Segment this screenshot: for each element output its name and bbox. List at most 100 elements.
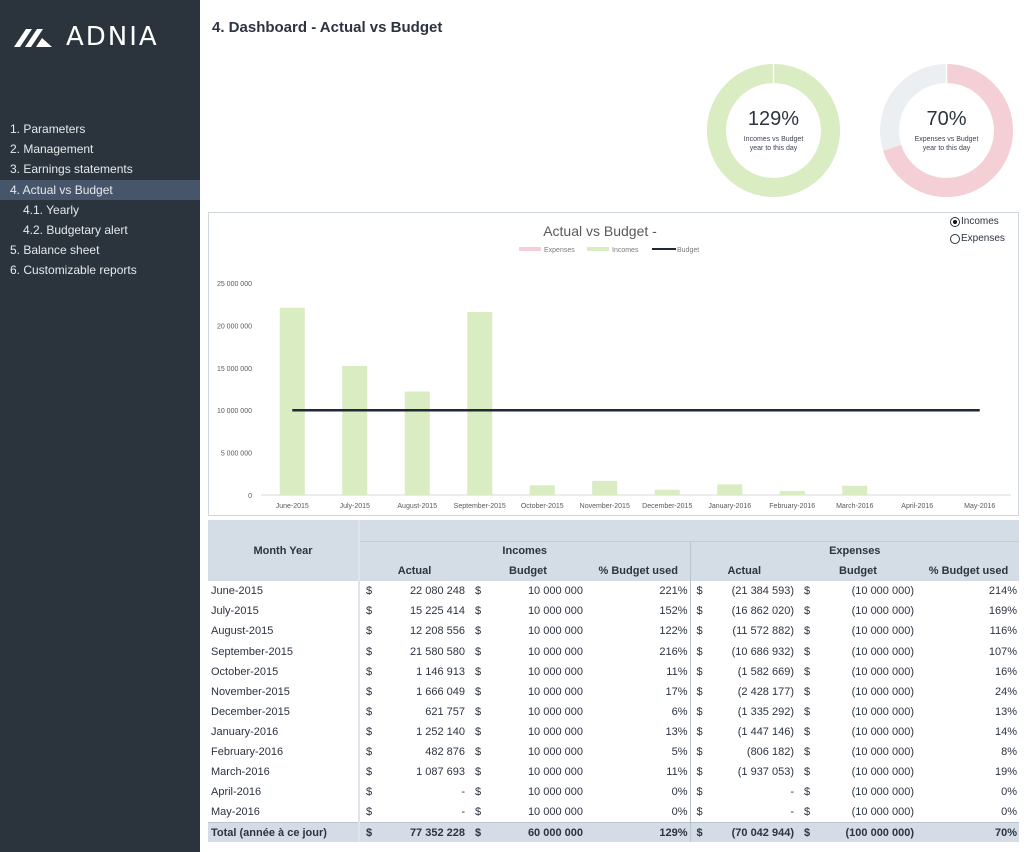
radio-expenses-label[interactable]: Expenses xyxy=(961,233,1005,244)
currency-symbol: $ xyxy=(804,645,811,658)
income-bar xyxy=(717,484,743,495)
month-cell: June-2015 xyxy=(208,581,360,602)
sidebar: ADNIA 1. Parameters 2. Management 3. Earni… xyxy=(0,0,200,852)
radio-incomes-indicator[interactable] xyxy=(950,216,960,227)
radio-expenses-indicator[interactable] xyxy=(950,233,960,244)
currency-symbol: $ xyxy=(366,725,373,738)
expenses-pct-cell: 24% xyxy=(994,685,1017,698)
radio-expenses[interactable]: Expenses xyxy=(950,233,1005,244)
chart-title: Actual vs Budget - xyxy=(543,223,657,239)
incomes-pct-cell: 221% xyxy=(587,581,691,602)
sidebar-item-balance-sheet[interactable]: 5. Balance sheet xyxy=(0,240,200,260)
incomes-pct-cell: 13% xyxy=(587,721,691,742)
income-bar xyxy=(342,365,368,495)
currency-symbol: $ xyxy=(366,786,373,799)
legend-label-incomes: Incomes xyxy=(612,247,639,254)
incomes-budget-cell: 60 000 000 xyxy=(489,821,587,843)
sidebar-item-yearly[interactable]: 4.1. Yearly xyxy=(0,200,200,220)
incomes-actual-cell: 22 080 248 xyxy=(409,585,465,598)
month-cell: March-2016 xyxy=(208,762,360,783)
y-tick-label: 0 xyxy=(248,493,252,500)
incomes-actual-cell: 482 876 xyxy=(425,745,465,758)
incomes-pct-cell: 17% xyxy=(587,681,691,702)
currency-symbol: $ xyxy=(804,685,811,698)
x-tick-label: July-2015 xyxy=(340,503,370,510)
month-cell: July-2015 xyxy=(208,601,360,622)
incomes-actual-cell: 1 666 049 xyxy=(416,685,465,698)
expenses-budget-cell: (10 000 000) xyxy=(851,725,914,738)
expenses-actual-cell: - xyxy=(790,806,794,819)
incomes-actual-cell: - xyxy=(461,806,465,819)
currency-symbol: $ xyxy=(475,605,482,618)
header-spacer xyxy=(359,520,1019,542)
table-row: July-2015 $15 225 414 $10 000 000 152% $ (16 … xyxy=(208,601,1019,622)
currency-symbol: $ xyxy=(696,585,703,598)
income-bar xyxy=(279,307,305,495)
incomes-actual-cell: 1 252 140 xyxy=(416,725,465,738)
sidebar-item-management[interactable]: 2. Management xyxy=(0,139,200,159)
page-title: 4. Dashboard - Actual vs Budget xyxy=(212,19,443,36)
expenses-pct-cell: 70% xyxy=(918,821,1019,843)
incomes-budget-header: Budget xyxy=(509,565,547,578)
incomes-kpi-label: Incomes vs Budget year to this day xyxy=(726,135,821,153)
incomes-kpi-value: 129% xyxy=(747,108,800,130)
currency-symbol: $ xyxy=(804,625,811,638)
month-cell: September-2015 xyxy=(208,641,360,662)
chart-canvas: Actual vs Budget - Expenses Incomes Budget 0… xyxy=(217,223,1011,510)
incomes-actual-header: Actual xyxy=(397,565,432,578)
legend-swatch-expenses xyxy=(519,247,541,251)
currency-symbol: $ xyxy=(366,745,373,758)
x-tick-label: September-2015 xyxy=(454,503,506,510)
expenses-pct-cell: 0% xyxy=(1001,806,1017,819)
sidebar-item-earnings-statements[interactable]: 3. Earnings statements xyxy=(0,159,200,179)
sidebar-item-actual-vs-budget[interactable]: 4. Actual vs Budget xyxy=(0,179,200,200)
currency-symbol: $ xyxy=(696,645,703,658)
y-tick-label: 5 000 000 xyxy=(221,451,252,458)
currency-symbol: $ xyxy=(475,665,482,678)
radio-incomes[interactable]: Incomes xyxy=(950,216,999,227)
income-bar xyxy=(467,311,493,495)
incomes-pct-cell: 0% xyxy=(587,802,691,823)
sidebar-item-budgetary-alert[interactable]: 4.2. Budgetary alert xyxy=(0,220,200,240)
expenses-pct-header: % Budget used xyxy=(928,565,1009,578)
sidebar-item-parameters[interactable]: 1. Parameters xyxy=(0,119,200,139)
incomes-pct-cell: 5% xyxy=(587,741,691,763)
month-cell: January-2016 xyxy=(208,721,360,742)
incomes-budget-cell: 10 000 000 xyxy=(527,806,583,819)
brand-name: ADNIA xyxy=(66,22,159,52)
x-tick-label: May-2016 xyxy=(964,503,995,510)
expenses-pct-cell: 107% xyxy=(988,645,1017,658)
incomes-budget-cell: 10 000 000 xyxy=(527,645,583,658)
y-tick-label: 20 000 000 xyxy=(217,323,252,330)
expenses-budget-cell: (100 000 000) xyxy=(818,821,918,843)
currency-symbol: $ xyxy=(804,745,811,758)
currency-symbol: $ xyxy=(366,665,373,678)
currency-symbol: $ xyxy=(366,766,373,779)
month-cell: Total (année à ce jour) xyxy=(208,821,360,843)
incomes-kpi-label-line2: year to this day xyxy=(749,145,798,152)
month-cell: February-2016 xyxy=(208,741,360,763)
currency-symbol: $ xyxy=(366,806,373,819)
sidebar-item-customizable-reports[interactable]: 6. Customizable reports xyxy=(0,260,200,280)
currency-symbol: $ xyxy=(804,605,811,618)
income-bar xyxy=(842,485,868,495)
table-total-row: Total (année à ce jour) $77 352 228 $60 00… xyxy=(208,821,1019,843)
table-row: February-2016 $482 876 $10 000 000 5% $ (806 … xyxy=(208,741,1019,763)
incomes-pct-cell: 152% xyxy=(587,601,691,622)
expenses-kpi-label-line1: Expenses vs Budget xyxy=(914,136,979,143)
table-row: April-2016 $ - $10 000 000 0% $ - $ (10 000 000)… xyxy=(208,782,1019,803)
radio-incomes-label[interactable]: Incomes xyxy=(961,216,999,227)
expenses-actual-cell: (11 572 882) xyxy=(732,625,794,638)
x-tick-label: June-2015 xyxy=(276,503,309,510)
currency-symbol: $ xyxy=(696,786,703,799)
currency-symbol: $ xyxy=(475,786,482,799)
expenses-budget-cell: (10 000 000) xyxy=(851,806,914,819)
expenses-pct-cell: 8% xyxy=(1001,745,1017,758)
incomes-actual-cell: 1 087 693 xyxy=(416,766,465,779)
expenses-pct-cell: 116% xyxy=(989,625,1017,638)
expenses-actual-cell: (1 937 053) xyxy=(737,766,794,779)
x-tick-label: August-2015 xyxy=(397,503,437,510)
actual-vs-budget-chart: Actual vs Budget - Expenses Incomes Budget 0… xyxy=(208,212,1019,516)
table-row: August-2015 $12 208 556 $10 000 000 122% $ (1… xyxy=(208,621,1019,642)
currency-symbol: $ xyxy=(475,766,482,779)
